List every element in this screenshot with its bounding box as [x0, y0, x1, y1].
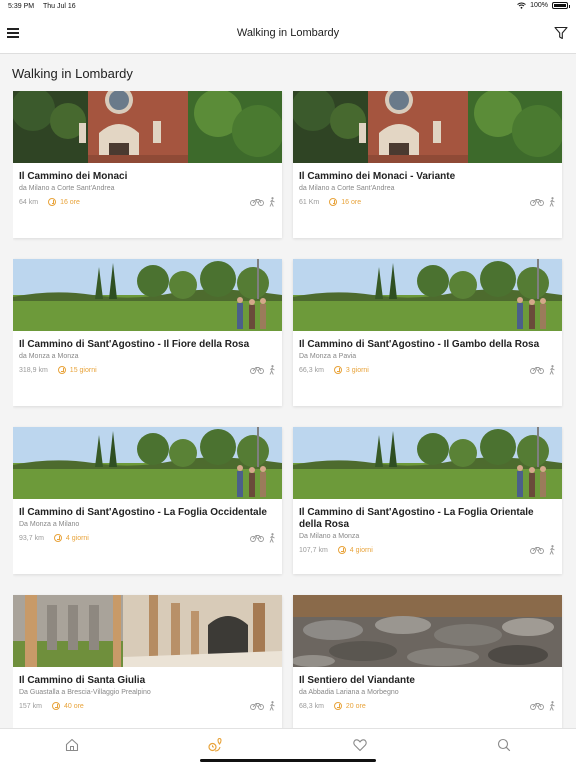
- wifi-icon: [517, 2, 526, 9]
- route-endpoints: da Abbadia Lariana a Morbegno: [299, 689, 399, 696]
- bicycle-icon: [530, 199, 544, 206]
- route-duration: 20 ore: [345, 702, 366, 710]
- route-duration: 15 giorni: [69, 366, 97, 374]
- clock-icon: [329, 198, 338, 206]
- bicycle-icon: [250, 703, 264, 710]
- route-duration: 3 giorni: [345, 366, 369, 374]
- clock-icon: [333, 702, 342, 710]
- route-card[interactable]: Il Cammino di Sant'Agostino - La Foglia …: [13, 427, 282, 574]
- route-endpoints: Da Guastalla a Brescia-Villaggio Prealpi…: [19, 689, 151, 696]
- route-card[interactable]: Il Cammino di Sant'Agostino - La Foglia …: [293, 427, 562, 574]
- hiker-icon: [549, 701, 555, 711]
- route-endpoints: da Monza a Monza: [19, 353, 79, 360]
- route-title: Il Cammino di Sant'Agostino - La Foglia …: [299, 507, 534, 530]
- clock-icon: [51, 702, 60, 710]
- home-indicator: [200, 759, 376, 762]
- home-icon[interactable]: [64, 737, 80, 753]
- status-bar: 5:39 PM Thu Jul 16 100%: [0, 0, 576, 14]
- route-title: Il Sentiero del Viandante: [299, 675, 415, 686]
- status-date: Thu Jul 16: [43, 3, 76, 10]
- status-indicators: 100%: [517, 2, 570, 9]
- route-distance: 64 km: [19, 198, 39, 206]
- route-distance: 66,3 km: [299, 366, 324, 374]
- field-photo: [293, 427, 562, 499]
- page-heading: Walking in Lombardy: [12, 66, 133, 81]
- clock-icon: [337, 546, 346, 554]
- route-title: Il Cammino dei Monaci - Variante: [299, 171, 456, 182]
- clock-icon: [53, 534, 62, 542]
- field-photo: [13, 427, 282, 499]
- filter-icon[interactable]: [554, 26, 568, 40]
- route-distance: 93,7 km: [19, 534, 44, 542]
- hiker-icon: [549, 365, 555, 375]
- church-photo: [13, 91, 282, 163]
- field-photo: [293, 259, 562, 331]
- hiker-icon: [549, 545, 555, 555]
- route-distance: 61 Km: [299, 198, 320, 206]
- route-endpoints: da Milano a Corte Sant'Andrea: [19, 185, 115, 192]
- route-duration: 40 ore: [63, 702, 84, 710]
- route-title: Il Cammino di Santa Giulia: [19, 675, 146, 686]
- bicycle-icon: [530, 367, 544, 374]
- route-endpoints: Da Milano a Monza: [299, 533, 360, 540]
- hiker-icon: [269, 533, 275, 543]
- route-title: Il Cammino di Sant'Agostino - Il Fiore d…: [19, 339, 250, 350]
- status-time: 5:39 PM: [8, 3, 35, 10]
- battery-icon: [552, 2, 570, 9]
- route-card[interactable]: Il Cammino di Sant'Agostino - Il Gambo d…: [293, 259, 562, 406]
- route-icon[interactable]: [208, 737, 224, 753]
- hiker-icon: [549, 197, 555, 207]
- bicycle-icon: [530, 703, 544, 710]
- route-grid: Il Cammino dei Monaci da Milano a Corte …: [13, 91, 564, 728]
- route-title: Il Cammino di Sant'Agostino - Il Gambo d…: [299, 339, 540, 350]
- route-duration: 4 giorni: [65, 534, 89, 542]
- field-photo: [13, 259, 282, 331]
- route-duration: 16 ore: [60, 198, 80, 206]
- hiker-icon: [269, 197, 275, 207]
- route-card[interactable]: Il Cammino di Sant'Agostino - Il Fiore d…: [13, 259, 282, 406]
- search-icon[interactable]: [496, 737, 512, 753]
- church-photo: [293, 91, 562, 163]
- cloister-photo: [13, 595, 282, 667]
- route-endpoints: Da Monza a Milano: [19, 521, 80, 528]
- nav-title: Walking in Lombardy: [236, 27, 340, 39]
- route-endpoints: da Milano a Corte Sant'Andrea: [299, 185, 395, 192]
- route-distance: 157 km: [19, 702, 42, 710]
- route-endpoints: Da Monza a Pavia: [299, 353, 357, 360]
- route-distance: 318,9 km: [19, 366, 48, 374]
- bicycle-icon: [250, 535, 264, 542]
- clock-icon: [333, 366, 342, 374]
- route-card[interactable]: Il Sentiero del Viandante da Abbadia Lar…: [293, 595, 562, 728]
- battery-percent: 100%: [530, 2, 548, 9]
- tab-bar: [0, 728, 576, 768]
- clock-icon: [57, 366, 66, 374]
- navigation-bar: Walking in Lombardy: [0, 14, 576, 54]
- route-distance: 107,7 km: [299, 546, 328, 554]
- route-title: Il Cammino di Sant'Agostino - La Foglia …: [19, 507, 267, 518]
- bicycle-icon: [250, 199, 264, 206]
- heart-icon[interactable]: [352, 737, 368, 753]
- route-duration: 4 giorni: [349, 546, 373, 554]
- route-duration: 16 ore: [341, 198, 362, 206]
- route-card[interactable]: Il Cammino dei Monaci - Variante da Mila…: [293, 91, 562, 238]
- route-card[interactable]: Il Cammino di Santa Giulia Da Guastalla …: [13, 595, 282, 728]
- route-card[interactable]: Il Cammino dei Monaci da Milano a Corte …: [13, 91, 282, 238]
- bicycle-icon: [530, 547, 544, 554]
- clock-icon: [48, 198, 57, 206]
- rocks-photo: [293, 595, 562, 667]
- route-distance: 68,3 km: [299, 702, 324, 710]
- route-title: Il Cammino dei Monaci: [19, 171, 128, 182]
- hiker-icon: [269, 701, 275, 711]
- hiker-icon: [269, 365, 275, 375]
- bicycle-icon: [250, 367, 264, 374]
